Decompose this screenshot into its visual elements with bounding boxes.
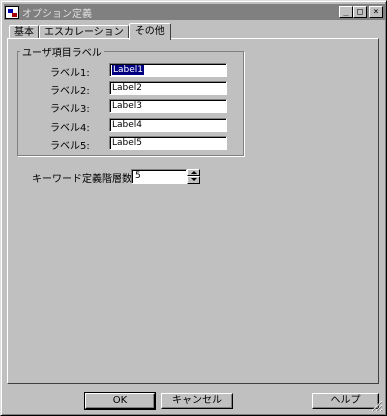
app-icon[interactable] — [5, 5, 19, 19]
maximize-button[interactable]: □ — [353, 6, 367, 18]
ok-button[interactable]: OK — [84, 392, 156, 410]
arrow-down-icon — [191, 178, 197, 181]
label2-input[interactable]: Label2 — [109, 81, 227, 95]
title-bar[interactable]: オプション定義 _ □ × — [4, 4, 385, 20]
minimize-button[interactable]: _ — [339, 6, 353, 18]
arrow-up-icon — [191, 171, 197, 174]
keyword-level-spinner — [187, 169, 200, 184]
spin-down-button[interactable] — [187, 176, 200, 184]
label2-caption: ラベル2: — [50, 86, 90, 97]
caption-buttons: _ □ × — [339, 6, 383, 18]
maximize-icon: □ — [357, 7, 363, 17]
spin-up-button[interactable] — [187, 169, 200, 176]
label1-value: Label1 — [112, 65, 145, 75]
label1-caption: ラベル1: — [50, 68, 90, 79]
minimize-icon: _ — [343, 7, 349, 17]
options-dialog: オプション定義 _ □ × 基本 エスカレーション その他 ユーザ項目ラベル ラ… — [0, 0, 387, 416]
tab-basic[interactable]: 基本 — [9, 25, 39, 39]
label3-input[interactable]: Label3 — [109, 99, 227, 113]
keyword-level-input[interactable]: 5 — [131, 169, 187, 184]
tab-strip: 基本 エスカレーション その他 — [9, 23, 171, 40]
help-button[interactable]: ヘルプ — [312, 393, 379, 409]
cancel-button[interactable]: キャンセル — [161, 393, 233, 409]
label4-caption: ラベル4: — [50, 123, 90, 134]
resize-grip-icon[interactable] — [371, 400, 383, 412]
close-button[interactable]: × — [369, 6, 383, 18]
keyword-level-caption: キーワード定義階層数: — [32, 174, 136, 185]
label3-caption: ラベル3: — [50, 104, 90, 115]
label5-input[interactable]: Label5 — [109, 136, 227, 150]
group-title: ユーザ項目ラベル — [20, 44, 104, 59]
label1-input[interactable]: Label1 — [109, 63, 227, 77]
close-icon: × — [373, 7, 379, 17]
label5-caption: ラベル5: — [50, 141, 90, 152]
window-title: オプション定義 — [22, 8, 92, 20]
tab-escalation[interactable]: エスカレーション — [39, 25, 129, 39]
label4-input[interactable]: Label4 — [109, 118, 227, 132]
tab-other[interactable]: その他 — [128, 23, 171, 40]
